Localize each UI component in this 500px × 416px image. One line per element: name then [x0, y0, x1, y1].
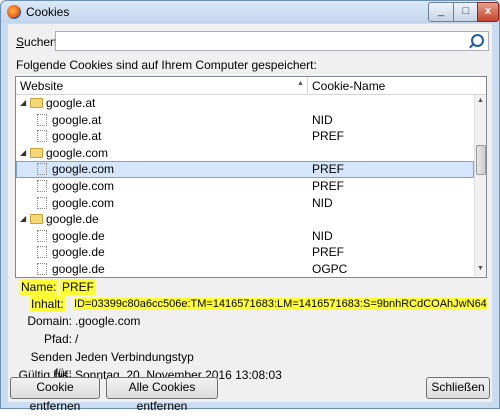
site-name: google.at — [52, 129, 102, 144]
detail-label: Inhalt: — [30, 296, 65, 312]
cookie-name: PREF — [312, 178, 345, 193]
cookie-name: NID — [312, 195, 333, 210]
site-name: google.de — [52, 228, 105, 243]
expand-triangle-icon[interactable]: ◢ — [20, 95, 26, 111]
expand-triangle-icon[interactable]: ◢ — [20, 145, 26, 161]
site-name: google.at — [46, 96, 96, 110]
cookie-leaf-icon — [37, 246, 47, 259]
site-name: google.de — [46, 212, 99, 227]
remove-cookie-button[interactable]: Cookie entfernen — [10, 377, 100, 413]
search-icon[interactable] — [471, 34, 484, 47]
tree-group-row[interactable]: ◢ google.com — [16, 145, 474, 162]
search-input[interactable] — [55, 31, 489, 51]
sort-arrow-icon: ▲ — [297, 80, 304, 87]
tree-group-row[interactable]: ◢ google.at — [16, 95, 474, 112]
cookie-leaf-icon — [37, 130, 47, 143]
table-header: Website ▲ Cookie-Name — [16, 77, 486, 95]
cookie-name: OGPC — [312, 261, 348, 276]
tree-row[interactable]: google.de NID — [16, 228, 474, 245]
tree-row[interactable]: google.de OGPC — [16, 261, 474, 277]
close-window-button[interactable]: x — [477, 2, 499, 22]
cookie-leaf-icon — [37, 262, 47, 275]
tree-rows: ◢ google.at google.at NID google.at PREF… — [16, 95, 474, 277]
maximize-button[interactable]: □ — [453, 2, 479, 22]
minimize-button[interactable]: _ — [428, 2, 454, 22]
scrollbar-thumb[interactable] — [476, 145, 486, 175]
site-name: google.com — [52, 178, 115, 193]
folder-icon — [30, 98, 43, 108]
detail-label: Domain: — [27, 314, 72, 328]
expand-triangle-icon[interactable]: ◢ — [20, 211, 26, 227]
site-name: google.at — [52, 112, 102, 127]
detail-label: Name: — [20, 279, 58, 295]
close-button[interactable]: Schließen — [426, 377, 490, 399]
site-name: google.com — [52, 195, 115, 210]
detail-domain: Domain: .google.com — [15, 313, 485, 329]
detail-content: Inhalt: ID=03399c80a6cc506e:TM=141657168… — [15, 296, 487, 312]
remove-all-cookies-button[interactable]: Alle Cookies entfernen — [106, 377, 218, 413]
folder-icon — [30, 214, 43, 225]
window-title: Cookies — [26, 5, 70, 19]
tree-row-selected[interactable]: google.com PREF — [16, 161, 474, 178]
site-name: google.de — [52, 261, 105, 276]
cookie-name: PREF — [312, 129, 345, 144]
cookie-name: PREF — [312, 162, 345, 177]
detail-value: PREF — [60, 279, 97, 295]
folder-icon — [30, 147, 43, 158]
scroll-down-arrow-icon[interactable]: ▼ — [477, 265, 484, 272]
detail-value: ID=03399c80a6cc506e:TM=1416571683:LM=141… — [74, 298, 487, 310]
cookies-tree: Website ▲ Cookie-Name ◢ google.at google… — [15, 76, 487, 278]
scroll-up-arrow-icon[interactable]: ▲ — [477, 97, 484, 104]
site-name: google.com — [52, 162, 115, 177]
column-header-website[interactable]: Website — [20, 79, 63, 93]
title-bar: Cookies _ □ x — [1, 1, 499, 23]
cookies-description: Folgende Cookies sind auf Ihrem Computer… — [16, 58, 317, 72]
site-name: google.de — [52, 245, 105, 260]
tree-row[interactable]: google.at NID — [16, 112, 474, 129]
site-name: google.com — [46, 145, 109, 160]
cookie-name: NID — [312, 112, 333, 127]
tree-group-row[interactable]: ◢ google.de — [16, 211, 474, 228]
detail-value: Jeden Verbindungstyp — [75, 350, 194, 364]
column-header-cookie-name[interactable]: Cookie-Name — [312, 79, 385, 93]
search-label: Suchen — [16, 35, 57, 49]
column-divider[interactable] — [307, 77, 308, 94]
cookie-details: Name: PREF Inhalt: ID=03399c80a6cc506e:T… — [15, 277, 487, 382]
cookie-leaf-icon — [37, 196, 47, 209]
cookie-name: NID — [312, 228, 333, 243]
tree-row[interactable]: google.com NID — [16, 195, 474, 212]
vertical-scrollbar[interactable]: ▲ ▼ — [474, 95, 486, 276]
detail-send-for: Senden für: Jeden Verbindungstyp — [15, 349, 485, 380]
cookie-leaf-icon — [37, 229, 47, 242]
cookie-name: PREF — [312, 245, 345, 260]
detail-name: Name: PREF — [15, 279, 115, 295]
tree-row[interactable]: google.at PREF — [16, 128, 474, 145]
tree-row[interactable]: google.com PREF — [16, 178, 474, 195]
detail-path: Pfad: / — [15, 331, 485, 347]
cookie-leaf-icon — [37, 113, 47, 126]
cookie-leaf-icon — [37, 179, 47, 192]
detail-value: / — [75, 332, 79, 346]
dialog-body: Suchen Folgende Cookies sind auf Ihrem C… — [8, 24, 492, 413]
detail-value: .google.com — [75, 314, 141, 328]
tree-row[interactable]: google.de PREF — [16, 244, 474, 261]
cookie-leaf-icon — [37, 163, 47, 176]
detail-label: Pfad: — [43, 332, 72, 346]
cookies-window: Cookies _ □ x Suchen Folgende Cookies si… — [0, 0, 500, 413]
firefox-icon — [7, 5, 21, 19]
